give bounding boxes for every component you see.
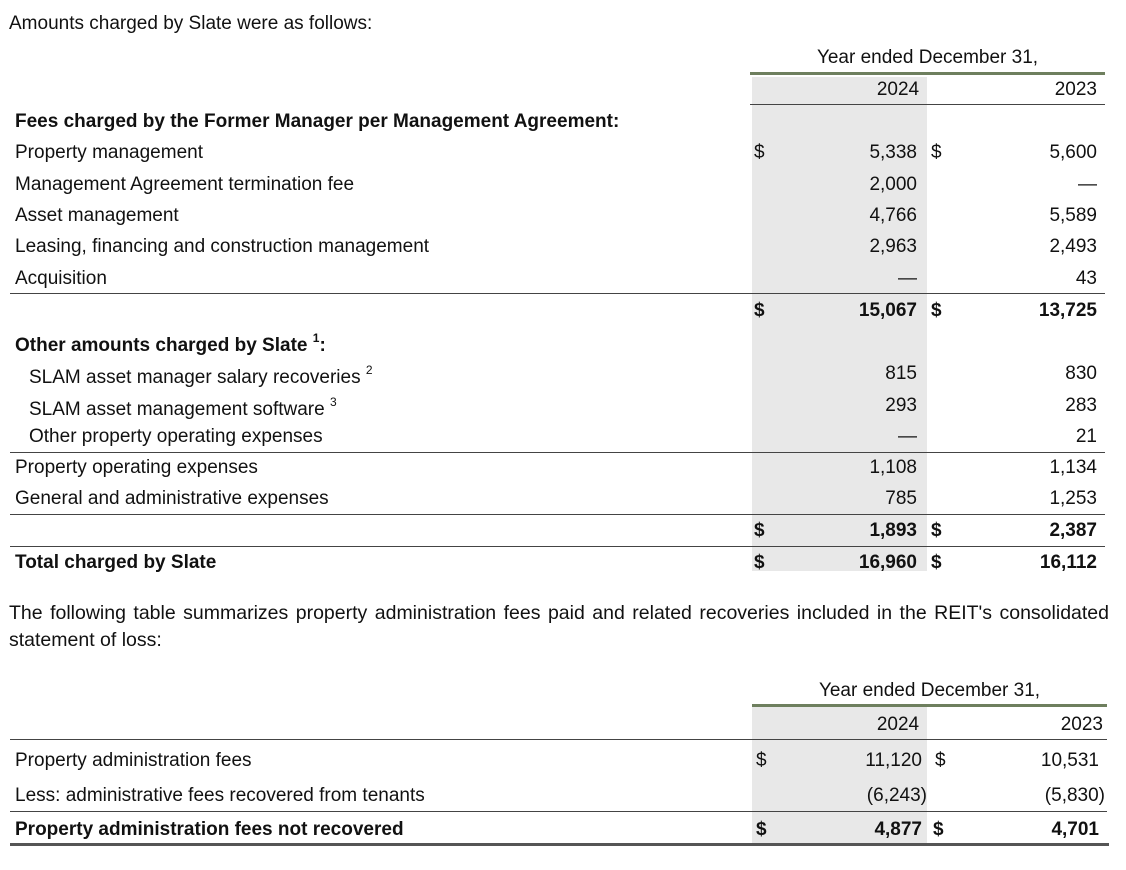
t2-total-rule [10, 811, 1107, 812]
value-2023: — [1078, 174, 1097, 195]
row-label: Asset management [15, 205, 179, 226]
row-label: Property administration fees [15, 750, 252, 771]
row-rule [10, 452, 1105, 453]
value-2024: 11,120 [865, 750, 922, 771]
value-2023: 21 [1075, 426, 1097, 447]
currency-symbol: $ [931, 142, 942, 163]
value-2024: 2,000 [869, 174, 917, 195]
value-2023: 5,589 [1049, 205, 1097, 226]
footnote-marker: 3 [329, 395, 337, 409]
currency-symbol: $ [931, 552, 942, 573]
fees-subtotal-2024: 15,067 [858, 300, 917, 321]
other-section-heading: Other amounts charged by Slate 1: [15, 331, 326, 356]
value-2023: 43 [1075, 268, 1097, 289]
t2-total-2023: 4,701 [1051, 819, 1099, 840]
value-2024: 4,766 [869, 205, 917, 226]
currency-symbol: $ [933, 819, 944, 840]
other-subtotal-rule [10, 514, 1105, 515]
currency-symbol: $ [754, 552, 765, 573]
row-label: Management Agreement termination fee [15, 174, 355, 195]
value-2024: 1,108 [869, 457, 917, 478]
other-subtotal-2024: 1,893 [869, 520, 917, 541]
t1-header-bottom-rule [750, 104, 1105, 105]
value-2024: — [898, 268, 917, 289]
row-label: Property management [15, 142, 203, 163]
row-label: Less: administrative fees recovered from… [15, 785, 425, 806]
footnote-marker: 2 [365, 363, 373, 377]
value-2023: 830 [1065, 363, 1097, 384]
value-2023: 10,531 [1040, 750, 1099, 771]
t2-header-rule [752, 704, 1107, 707]
value-2023: 283 [1065, 395, 1097, 416]
currency-symbol: $ [754, 300, 765, 321]
currency-symbol: $ [931, 520, 942, 541]
row-label: Acquisition [15, 268, 107, 289]
row-label: General and administrative expenses [15, 488, 329, 509]
currency-symbol: $ [931, 300, 942, 321]
t1-period-header: Year ended December 31, [816, 47, 1039, 68]
t2-header-bottom-rule [10, 739, 1107, 740]
t2-period-header: Year ended December 31, [818, 680, 1041, 701]
value-2024: 293 [885, 395, 917, 416]
total-rule [10, 546, 1105, 547]
value-2023: 1,134 [1049, 457, 1097, 478]
value-2023: 1,253 [1049, 488, 1097, 509]
row-label: SLAM asset management software 3 [29, 395, 337, 420]
fees-section-heading: Fees charged by the Former Manager per M… [15, 111, 620, 132]
t2-year-2023: 2023 [1060, 714, 1103, 735]
currency-symbol: $ [756, 819, 767, 840]
value-2023: 2,493 [1049, 236, 1097, 257]
total-2023: 16,112 [1039, 552, 1097, 573]
summary-paragraph: The following table summarizes property … [9, 602, 1109, 651]
value-2024: 815 [885, 363, 917, 384]
t2-bottom-rule [10, 843, 1109, 846]
value-2024: 5,338 [869, 142, 917, 163]
row-label: SLAM asset manager salary recoveries 2 [29, 363, 373, 388]
total-label: Total charged by Slate [15, 552, 217, 573]
t2-total-2024: 4,877 [874, 819, 922, 840]
intro-text: Amounts charged by Slate were as follows… [9, 13, 373, 34]
currency-symbol: $ [754, 142, 765, 163]
currency-symbol: $ [935, 750, 946, 771]
fees-subtotal-rule [10, 293, 1105, 294]
row-label: Leasing, financing and construction mana… [15, 236, 430, 257]
currency-symbol: $ [756, 750, 767, 771]
currency-symbol: $ [754, 520, 765, 541]
value-2024: — [898, 426, 917, 447]
value-2024: 2,963 [869, 236, 917, 257]
t1-year-2023: 2023 [1054, 79, 1097, 100]
total-2024: 16,960 [858, 552, 917, 573]
row-label: Other property operating expenses [29, 426, 323, 447]
value-2024: (6,243) [866, 785, 927, 806]
value-2023: 5,600 [1049, 142, 1097, 163]
other-subtotal-2023: 2,387 [1049, 520, 1097, 541]
row-label: Property operating expenses [15, 457, 258, 478]
t1-header-rule [750, 72, 1105, 75]
value-2024: 785 [885, 488, 917, 509]
value-2023: (5,830) [1044, 785, 1105, 806]
fees-subtotal-2023: 13,725 [1038, 300, 1097, 321]
t2-total-label: Property administration fees not recover… [15, 819, 404, 840]
